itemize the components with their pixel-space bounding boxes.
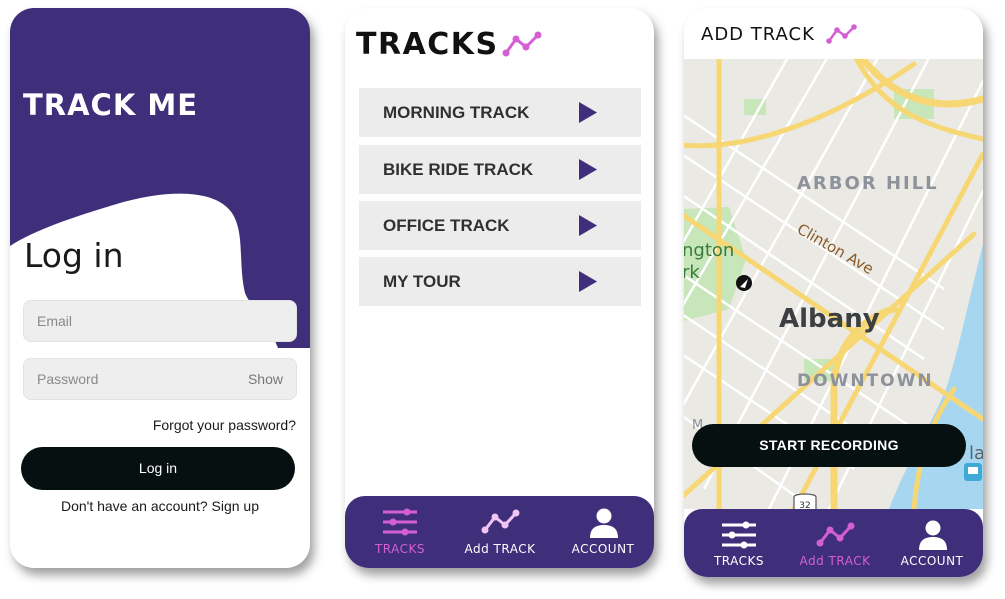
start-recording-button[interactable]: START RECORDING — [692, 424, 966, 467]
nav-label: TRACKS — [713, 554, 765, 568]
person-icon — [590, 508, 618, 538]
play-arrow-icon[interactable] — [578, 101, 598, 124]
nav-label: ACCOUNT — [571, 542, 635, 556]
map-label-arbor-hill: ARBOR HILL — [797, 173, 939, 194]
bottom-nav: TRACKS Add TRACK ACCOUNT — [684, 509, 983, 577]
route-icon — [481, 509, 520, 534]
map-label-park-2: rk — [684, 262, 700, 283]
show-password-toggle[interactable]: Show — [248, 371, 283, 387]
track-label: BIKE RIDE TRACK — [383, 160, 534, 179]
nav-item-add-track[interactable]: Add TRACK — [450, 496, 550, 568]
location-marker-icon — [736, 275, 752, 291]
nav-item-tracks[interactable]: TRACKS — [689, 509, 789, 577]
add-track-screen: ADD TRACK ARBOR HILL Clinton Ave Albany … — [684, 8, 983, 577]
transit-icon — [964, 463, 982, 481]
play-arrow-icon[interactable] — [578, 158, 598, 181]
tracks-header: TRACKS — [356, 26, 544, 62]
email-input[interactable] — [24, 301, 237, 341]
map-label-edge: la — [969, 443, 983, 464]
route-shield-label: 32 — [799, 501, 810, 509]
track-label: MY TOUR — [383, 272, 461, 291]
forgot-password-link[interactable]: Forgot your password? — [153, 417, 296, 433]
hero-background — [10, 8, 310, 348]
route-shield-icon: 32 — [793, 493, 817, 509]
map-label-park-1: ngton — [684, 240, 734, 261]
nav-label: ACCOUNT — [900, 554, 964, 568]
route-icon — [502, 31, 542, 57]
track-item-my-tour[interactable]: MY TOUR — [359, 257, 641, 306]
track-item-bike-ride[interactable]: BIKE RIDE TRACK — [359, 145, 641, 194]
login-screen: TRACK ME Log in Show Forgot your passwor… — [10, 8, 310, 568]
map-label-downtown: DOWNTOWN — [797, 371, 934, 391]
nav-item-account[interactable]: ACCOUNT — [553, 496, 653, 568]
tracks-screen: TRACKS MORNING TRACK BIKE RIDE TRACK OFF… — [345, 8, 654, 568]
nav-label: Add TRACK — [799, 554, 871, 568]
track-label: OFFICE TRACK — [383, 216, 510, 235]
route-icon — [826, 24, 857, 44]
nav-label: TRACKS — [374, 542, 426, 556]
nav-item-tracks[interactable]: TRACKS — [350, 496, 450, 568]
bottom-nav: TRACKS Add TRACK ACCOUNT — [345, 496, 654, 568]
track-label: MORNING TRACK — [383, 103, 530, 122]
app-title: TRACK ME — [23, 88, 199, 122]
sliders-icon — [722, 521, 756, 549]
sliders-icon — [383, 508, 417, 536]
page-title: TRACKS — [356, 26, 499, 62]
nav-label: Add TRACK — [464, 542, 536, 556]
person-icon — [919, 520, 947, 550]
track-item-morning[interactable]: MORNING TRACK — [359, 88, 641, 137]
nav-item-account[interactable]: ACCOUNT — [882, 509, 982, 577]
signup-link[interactable]: Don't have an account? Sign up — [10, 498, 310, 514]
play-arrow-icon[interactable] — [578, 214, 598, 237]
nav-item-add-track[interactable]: Add TRACK — [785, 509, 885, 577]
map-label-albany: Albany — [779, 304, 880, 334]
login-button[interactable]: Log in — [21, 447, 295, 490]
route-icon — [816, 522, 855, 547]
password-input[interactable] — [24, 359, 237, 399]
page-title: ADD TRACK — [701, 24, 815, 45]
password-field[interactable]: Show — [23, 358, 297, 400]
login-heading: Log in — [24, 236, 124, 275]
add-track-header: ADD TRACK — [684, 8, 983, 59]
play-arrow-icon[interactable] — [578, 270, 598, 293]
track-item-office[interactable]: OFFICE TRACK — [359, 201, 641, 250]
email-field[interactable] — [23, 300, 297, 342]
